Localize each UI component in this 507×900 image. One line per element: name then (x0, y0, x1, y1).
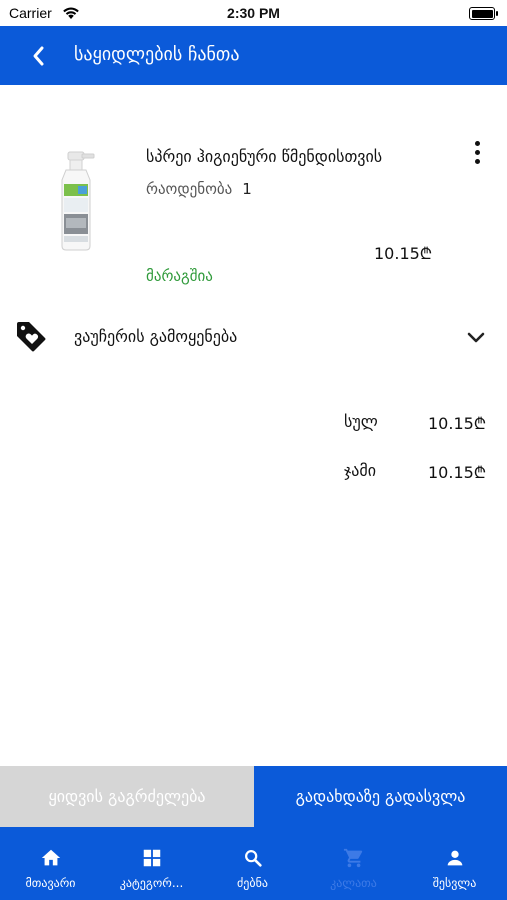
tab-cart[interactable]: კალათა (303, 827, 404, 900)
tab-search[interactable]: ძებნა (202, 827, 303, 900)
battery-icon (469, 7, 498, 20)
back-button[interactable] (22, 40, 54, 72)
product-name[interactable]: სპრეი ჰიგიენური წმენდისთვის (146, 147, 382, 166)
tab-label: კალათა (330, 876, 377, 890)
chevron-left-icon (33, 46, 44, 66)
tab-bar: მთავარი კატეგორ... ძებნა კალათა შესვლა (0, 827, 507, 900)
tab-login[interactable]: შესვლა (404, 827, 505, 900)
status-bar: Carrier 2:30 PM (0, 0, 507, 26)
total-row: ჯამი 10.15₾ (0, 457, 507, 485)
tab-label: მთავარი (25, 876, 76, 890)
total-value: 10.15₾ (428, 463, 487, 482)
item-price: 10.15₾ (374, 244, 433, 263)
voucher-label: ვაუჩერის გამოყენება (74, 327, 238, 346)
tab-home[interactable]: მთავარი (0, 827, 101, 900)
tag-heart-icon (17, 322, 46, 352)
cart-item: სპრეი ჰიგიენური წმენდისთვის რაოდენობა 1 1… (0, 130, 507, 295)
continue-shopping-button[interactable]: ყიდვის გაგრძელება (0, 766, 254, 827)
subtotal-label: სულ (344, 412, 378, 431)
cart-actions: ყიდვის გაგრძელება გადახდაზე გადასვლა (0, 766, 507, 827)
search-icon (244, 850, 262, 867)
tab-categories[interactable]: კატეგორ... (101, 827, 202, 900)
tab-label: კატეგორ... (119, 876, 184, 890)
battery-level (471, 9, 493, 18)
grid-icon (143, 849, 160, 867)
app-header: საყიდლების ჩანთა (0, 26, 507, 85)
subtotal-row: სულ 10.15₾ (0, 408, 507, 436)
person-icon (447, 850, 462, 866)
chevron-down-icon (467, 332, 485, 343)
subtotal-value: 10.15₾ (428, 414, 487, 433)
product-image (61, 151, 95, 251)
quantity-value: 1 (242, 180, 252, 198)
page-title: საყიდლების ჩანთა (74, 44, 240, 65)
tab-label: შესვლა (432, 876, 477, 890)
more-options-icon[interactable] (466, 137, 488, 167)
clock: 2:30 PM (227, 5, 280, 21)
voucher-toggle[interactable]: ვაუჩერის გამოყენება (0, 315, 507, 361)
quantity-row: რაოდენობა 1 (146, 180, 252, 198)
stock-status: მარაგშია (146, 267, 213, 285)
home-icon (41, 849, 60, 866)
total-label: ჯამი (344, 461, 377, 480)
cart-icon (343, 848, 362, 868)
tab-label: ძებნა (237, 876, 268, 890)
quantity-label: რაოდენობა (146, 180, 233, 198)
checkout-button[interactable]: გადახდაზე გადასვლა (254, 766, 507, 827)
